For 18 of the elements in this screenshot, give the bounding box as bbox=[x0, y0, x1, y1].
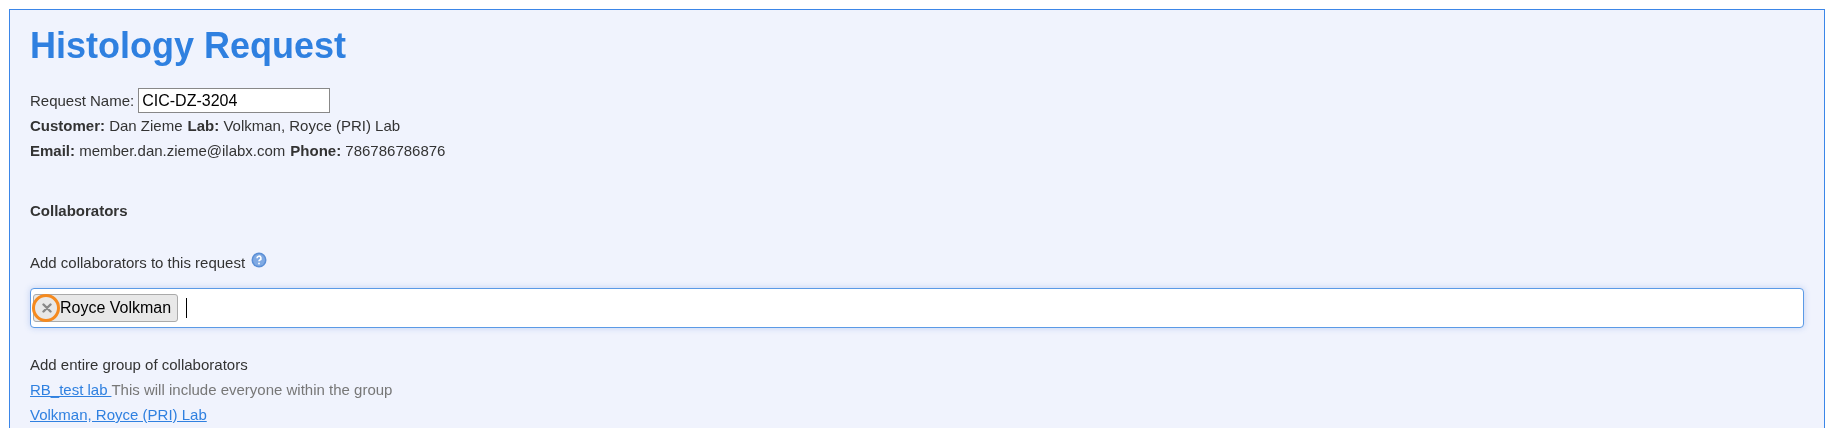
page-title: Histology Request bbox=[30, 24, 348, 68]
request-name-label: Request Name: bbox=[30, 91, 135, 111]
group-heading: Add entire group of collaborators bbox=[30, 355, 249, 375]
add-collaborators-label: Add collaborators to this request bbox=[30, 253, 246, 273]
help-icon[interactable] bbox=[251, 252, 268, 268]
info-text: Lab: Volkman, Royce (PRI) Lab bbox=[187, 116, 401, 136]
group-link[interactable]: Volkman, Royce (PRI) Lab bbox=[30, 406, 207, 423]
info-text: Customer: Dan Zieme bbox=[30, 116, 183, 136]
remove-icon[interactable] bbox=[42, 303, 52, 313]
token-label: Royce Volkman bbox=[60, 298, 172, 318]
section-heading: Collaborators bbox=[30, 201, 129, 221]
text-cursor bbox=[186, 298, 188, 318]
collaborators-field[interactable]: Royce Volkman bbox=[30, 288, 1804, 328]
info-text: Email: member.dan.zieme@ilabx.com bbox=[30, 141, 286, 161]
group-link[interactable]: RB_test lab bbox=[30, 381, 112, 398]
info-text: Phone: 786786786876 bbox=[290, 141, 446, 161]
group-note: This will include everyone within the group bbox=[111, 381, 393, 398]
request-name-field[interactable]: CIC-DZ-3204 bbox=[138, 88, 331, 113]
